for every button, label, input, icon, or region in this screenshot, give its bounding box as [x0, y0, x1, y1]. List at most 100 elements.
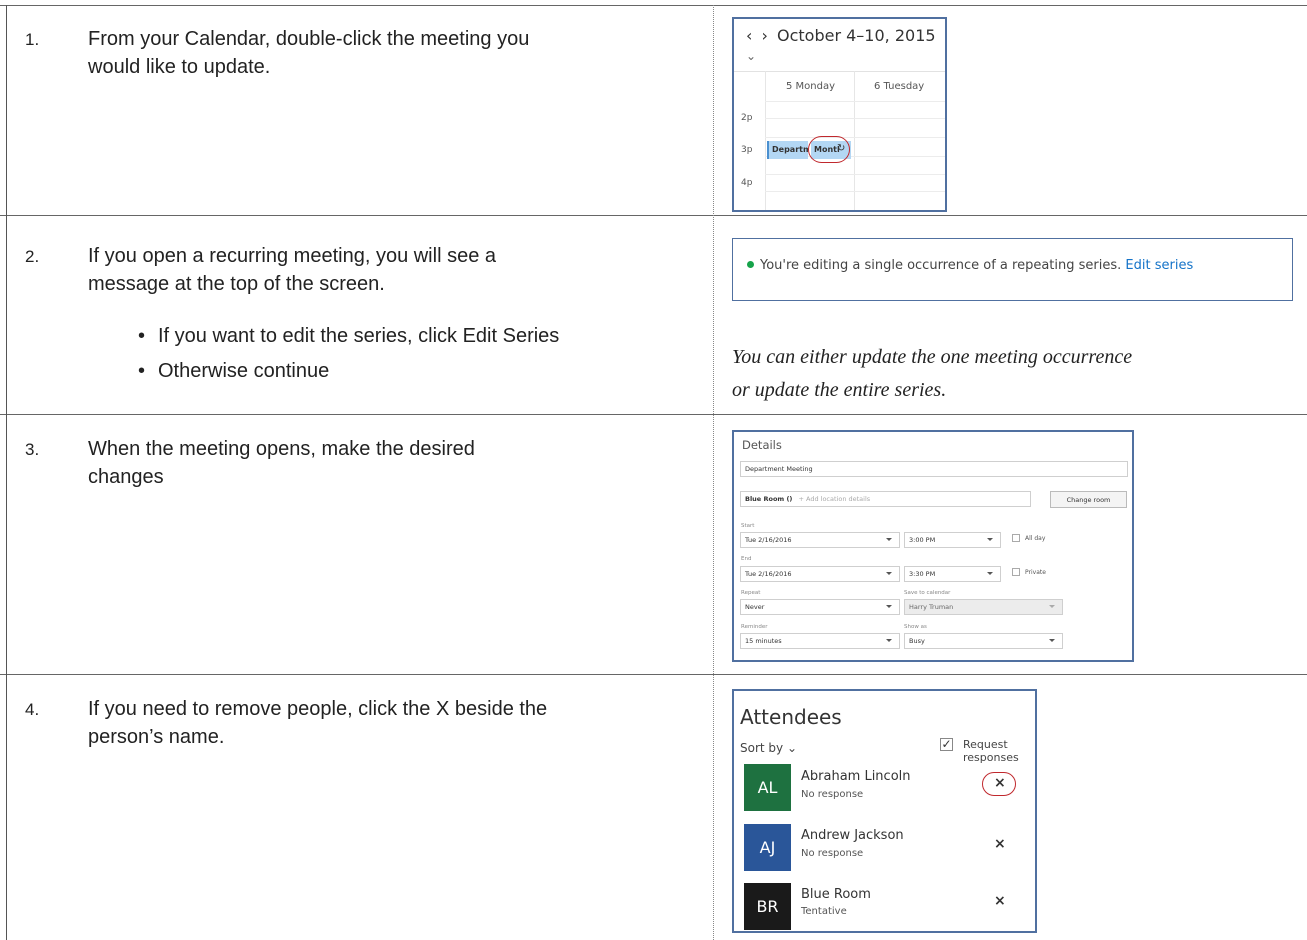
- attendees-screenshot: Attendees Sort by ⌄ ✓ Request responses …: [732, 689, 1037, 933]
- attendee-status: No response: [801, 789, 864, 800]
- grid-line: [765, 101, 945, 102]
- start-label: Start: [741, 523, 755, 529]
- chevron-down-icon: [987, 572, 993, 575]
- chevron-down-icon: [1049, 605, 1055, 608]
- reminder-select[interactable]: 15 minutes: [740, 633, 900, 649]
- day-header-tuesday: 6 Tuesday: [874, 81, 925, 92]
- step-line: changes: [88, 466, 164, 488]
- remove-attendee-icon[interactable]: ×: [994, 893, 1006, 909]
- step-number: 2.: [25, 247, 40, 266]
- repeat-value: Never: [745, 603, 765, 611]
- note-text: You can either update the one meeting oc…: [732, 341, 1292, 407]
- banner-text: You're editing a single occurrence of a …: [760, 258, 1122, 273]
- chevron-down-icon: [886, 572, 892, 575]
- chevron-right-icon[interactable]: ›: [762, 26, 768, 45]
- chevron-down-icon: [886, 538, 892, 541]
- avatar: AJ: [744, 824, 791, 871]
- grid-line: [765, 137, 945, 138]
- meeting-details-screenshot: Details Department Meeting Blue Room () …: [732, 430, 1134, 662]
- end-time-value: 3:30 PM: [909, 570, 936, 578]
- highlight-circle: [808, 136, 850, 163]
- step-line: If you open a recurring meeting, you wil…: [88, 245, 496, 267]
- end-date-select[interactable]: Tue 2/16/2016: [740, 566, 900, 582]
- divider: [854, 71, 855, 210]
- note-line: You can either update the one meeting oc…: [732, 346, 1133, 368]
- time-label: 2p: [741, 113, 753, 123]
- end-label: End: [741, 556, 752, 562]
- save-to-value: Harry Truman: [909, 603, 954, 611]
- attendee-name: Blue Room: [801, 887, 871, 902]
- end-date-value: Tue 2/16/2016: [745, 570, 792, 578]
- chevron-down-icon: [1049, 639, 1055, 642]
- chevron-down-icon: [987, 538, 993, 541]
- attendee-status: Tentative: [801, 906, 847, 917]
- calendar-screenshot: ‹ › October 4–10, 2015 ⌄ 5 Monday 6 Tues…: [732, 17, 947, 212]
- all-day-label: All day: [1025, 535, 1046, 542]
- change-room-button[interactable]: Change room: [1050, 491, 1127, 508]
- show-as-select[interactable]: Busy: [904, 633, 1063, 649]
- calendar-date-range[interactable]: October 4–10, 2015: [777, 26, 936, 45]
- edit-series-banner-screenshot: You're editing a single occurrence of a …: [732, 238, 1293, 301]
- avatar: AL: [744, 764, 791, 811]
- highlight-circle: [982, 772, 1016, 796]
- checkmark-icon: ✓: [941, 737, 952, 751]
- start-time-select[interactable]: 3:00 PM: [904, 532, 1001, 548]
- attendee-name: Andrew Jackson: [801, 828, 904, 843]
- step-line: person’s name.: [88, 726, 225, 748]
- step-text: When the meeting opens, make the desired…: [88, 435, 703, 491]
- location-input[interactable]: Blue Room () + Add location details: [740, 491, 1031, 507]
- step-text: If you need to remove people, click the …: [88, 695, 703, 751]
- chevron-down-icon: [886, 639, 892, 642]
- instruction-table: 1. From your Calendar, double-click the …: [0, 0, 1307, 940]
- step-number: 4.: [25, 700, 40, 719]
- subject-input[interactable]: Department Meeting: [740, 461, 1128, 477]
- time-label: 3p: [741, 145, 753, 155]
- attendee-name: Abraham Lincoln: [801, 769, 911, 784]
- private-label: Private: [1025, 569, 1046, 576]
- private-checkbox[interactable]: [1012, 568, 1020, 576]
- edit-series-link[interactable]: Edit series: [1125, 258, 1193, 273]
- request-responses-checkbox[interactable]: ✓: [940, 738, 953, 751]
- start-time-value: 3:00 PM: [909, 536, 936, 544]
- grid-line: [765, 174, 945, 175]
- reminder-value: 15 minutes: [745, 637, 782, 645]
- table-left-border: [6, 5, 7, 940]
- attendees-title: Attendees: [740, 705, 842, 729]
- details-title: Details: [742, 438, 782, 452]
- bullet-item: If you want to edit the series, click Ed…: [138, 322, 559, 350]
- step-line: From your Calendar, double-click the mee…: [88, 28, 530, 50]
- reminder-label: Reminder: [741, 624, 768, 630]
- room-name: Blue Room (): [745, 495, 793, 503]
- request-responses-label: Request responses: [963, 738, 1019, 764]
- calendar-event[interactable]: Departm: [767, 141, 808, 159]
- all-day-checkbox[interactable]: [1012, 534, 1020, 542]
- step-line: When the meeting opens, make the desired: [88, 438, 475, 460]
- end-time-select[interactable]: 3:30 PM: [904, 566, 1001, 582]
- divider: [765, 71, 766, 210]
- grid-line: [765, 191, 945, 192]
- day-header-monday: 5 Monday: [786, 81, 836, 92]
- location-placeholder: + Add location details: [798, 495, 871, 503]
- step-line: message at the top of the screen.: [88, 273, 385, 295]
- step-text: If you open a recurring meeting, you wil…: [88, 242, 703, 298]
- show-as-label: Show as: [904, 624, 927, 630]
- step-number: 1.: [25, 30, 40, 49]
- save-to-calendar-select: Harry Truman: [904, 599, 1063, 615]
- start-date-value: Tue 2/16/2016: [745, 536, 792, 544]
- start-date-select[interactable]: Tue 2/16/2016: [740, 532, 900, 548]
- sort-by-dropdown[interactable]: Sort by ⌄: [740, 741, 797, 755]
- repeat-select[interactable]: Never: [740, 599, 900, 615]
- remove-attendee-icon[interactable]: ×: [994, 836, 1006, 852]
- note-line: or update the entire series.: [732, 379, 947, 401]
- table-column-divider: [713, 5, 714, 940]
- bullet-item: Otherwise continue: [138, 357, 329, 385]
- step-line: If you need to remove people, click the …: [88, 698, 548, 720]
- chevron-left-icon[interactable]: ‹: [746, 26, 752, 45]
- chevron-down-icon[interactable]: ⌄: [746, 49, 756, 63]
- status-dot-icon: [747, 261, 754, 268]
- save-to-calendar-label: Save to calendar: [904, 590, 951, 596]
- time-label: 4p: [741, 178, 753, 188]
- banner-message: You're editing a single occurrence of a …: [747, 258, 1193, 273]
- avatar: BR: [744, 883, 791, 930]
- step-text: From your Calendar, double-click the mee…: [88, 25, 703, 81]
